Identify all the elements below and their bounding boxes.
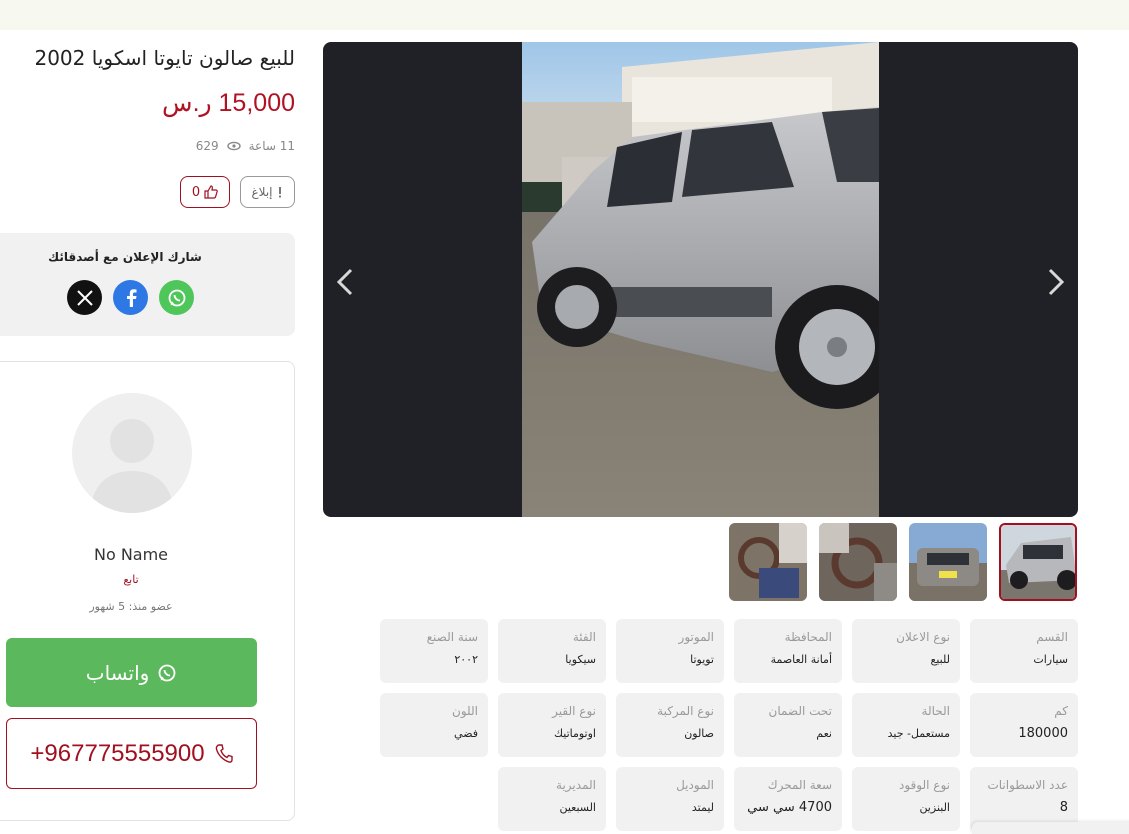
spec-make: الموتور تويوتا: [616, 619, 724, 683]
spec-value: 180000: [1018, 726, 1068, 741]
listing-meta: 11 ساعة 629: [196, 139, 295, 153]
report-label: إبلاغ: [251, 185, 273, 199]
image-gallery[interactable]: [323, 42, 1078, 517]
spec-mileage: كم 180000: [970, 693, 1078, 757]
main-photo[interactable]: [522, 42, 879, 517]
view-count: 629: [195, 139, 219, 153]
spec-fuel-type: نوع الوقود البنزين: [852, 767, 960, 831]
spec-model: الموديل ليمتد: [616, 767, 724, 831]
alert-icon: [278, 187, 281, 198]
spec-value: اوتوماتيك: [553, 727, 596, 740]
share-facebook-button[interactable]: [113, 280, 148, 315]
spec-value: فضي: [454, 727, 478, 740]
thumbs-up-icon: [204, 185, 218, 199]
user-placeholder-icon: [90, 419, 174, 513]
spec-value: للبيع: [930, 653, 951, 666]
thumbnail-4[interactable]: [729, 523, 807, 601]
spec-value: نعم: [816, 727, 832, 740]
whatsapp-icon: [158, 664, 176, 681]
spec-value: 4700 سي سي: [747, 800, 832, 815]
spec-label: الحالة: [921, 704, 950, 718]
spec-value: السبعين: [559, 801, 596, 814]
eye-icon: [226, 141, 241, 151]
spec-district: المديرية السبعين: [498, 767, 606, 831]
call-button[interactable]: +967775555900: [6, 718, 257, 789]
phone-number: +967775555900: [30, 739, 205, 767]
seller-avatar: [72, 393, 192, 513]
spec-value: البنزين: [919, 801, 950, 814]
spec-class: الفئة سيكويا: [498, 619, 606, 683]
spec-label: القسم: [1036, 630, 1068, 644]
spec-label: سعة المحرك: [767, 778, 832, 792]
spec-value: مستعمل- جيد: [887, 727, 950, 740]
like-button[interactable]: 0: [180, 176, 230, 208]
report-button[interactable]: إبلاغ: [240, 176, 295, 208]
seller-name: No Name: [93, 545, 169, 564]
previous-image-button[interactable]: [325, 262, 365, 302]
spec-value: 8: [1059, 800, 1068, 815]
spec-value: سيارات: [1033, 653, 1068, 666]
spec-label: نوع الاعلان: [896, 630, 950, 644]
listing-title: للبيع صالون تايوتا اسكويا 2002: [34, 46, 295, 70]
whatsapp-label: واتساب: [85, 660, 150, 685]
thumbnail-2[interactable]: [909, 523, 987, 601]
listing-price: 15,000 ر.س: [162, 89, 295, 117]
spec-ad-type: نوع الاعلان للبيع: [852, 619, 960, 683]
spec-condition: الحالة مستعمل- جيد: [852, 693, 960, 757]
phone-icon: [215, 743, 233, 763]
seller-card: No Name تابع عضو منذ: 5 شهور واتساب +967…: [0, 361, 295, 821]
spec-value: سيكويا: [565, 653, 596, 666]
spec-value: ٢٠٠٢: [454, 653, 478, 666]
chevron-right-icon: [1048, 268, 1065, 296]
spec-label: نوع الوقود: [899, 778, 950, 792]
share-panel: شارك الإعلان مع أصدقائك: [0, 233, 295, 336]
facebook-icon: [126, 288, 136, 307]
spec-label: الموتور: [678, 630, 714, 644]
spec-year: سنة الصنع ٢٠٠٢: [380, 619, 488, 683]
whatsapp-contact-button[interactable]: واتساب: [6, 638, 257, 707]
chevron-left-icon: [336, 268, 353, 296]
member-since: عضو منذ: 5 شهور: [89, 600, 173, 613]
thumbnail-1[interactable]: [999, 523, 1077, 601]
spec-label: عدد الاسطوانات: [987, 778, 1068, 792]
spec-governorate: المحافظة أمانة العاصمة: [734, 619, 842, 683]
spec-label: المحافظة: [784, 630, 832, 644]
whatsapp-icon: [168, 289, 185, 306]
share-whatsapp-button[interactable]: [159, 280, 194, 315]
thumbnail-strip: [729, 523, 1078, 601]
spec-label: نوع المركبة: [657, 704, 714, 718]
posted-time: 11 ساعة: [248, 139, 295, 153]
spec-engine-capacity: سعة المحرك 4700 سي سي: [734, 767, 842, 831]
spec-warranty: تحت الضمان نعم: [734, 693, 842, 757]
spec-label: سنة الصنع: [426, 630, 478, 644]
spec-label: اللون: [452, 704, 478, 718]
spec-value: ليمتد: [691, 801, 714, 814]
spec-label: الموديل: [676, 778, 714, 792]
spec-value: صالون: [684, 727, 714, 740]
seller-role: تابع: [123, 573, 139, 586]
floating-widget[interactable]: [972, 822, 1129, 834]
share-title: شارك الإعلان مع أصدقائك: [48, 250, 202, 264]
spec-label: تحت الضمان: [768, 704, 833, 718]
spec-label: نوع القير: [552, 704, 596, 718]
spec-label: الفئة: [572, 630, 596, 644]
spec-label: المديرية: [556, 778, 596, 792]
like-count: 0: [191, 184, 201, 200]
spec-transmission: نوع القير اوتوماتيك: [498, 693, 606, 757]
spec-color: اللون فضي: [380, 693, 488, 757]
spec-vehicle-type: نوع المركبة صالون: [616, 693, 724, 757]
spec-label: كم: [1054, 704, 1068, 718]
thumbnail-3[interactable]: [819, 523, 897, 601]
top-bar: [0, 0, 1129, 30]
x-icon: [76, 289, 93, 306]
next-image-button[interactable]: [1036, 262, 1076, 302]
spec-value: أمانة العاصمة: [770, 653, 832, 666]
spec-value: تويوتا: [690, 653, 714, 666]
share-x-button[interactable]: [67, 280, 102, 315]
spec-category: القسم سيارات: [970, 619, 1078, 683]
